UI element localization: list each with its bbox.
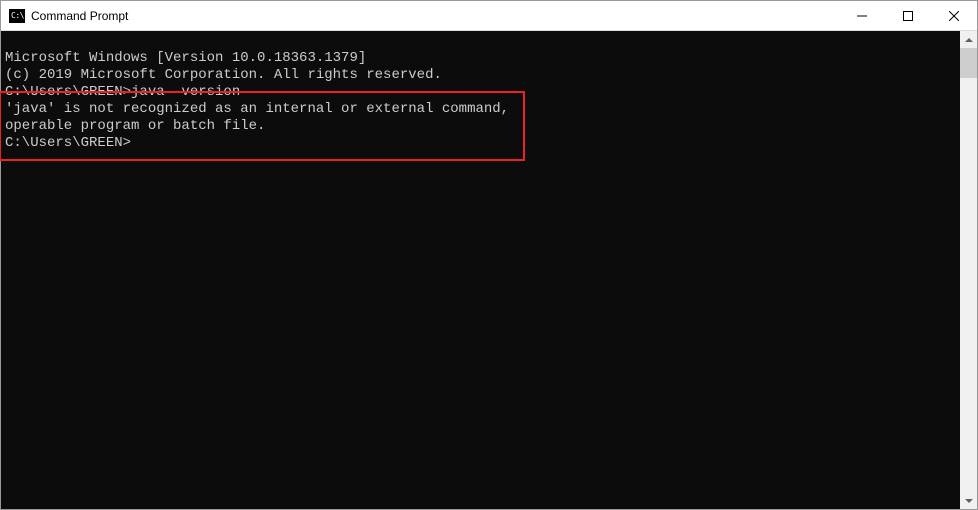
chevron-down-icon bbox=[965, 499, 973, 503]
terminal-line: (c) 2019 Microsoft Corporation. All righ… bbox=[5, 67, 956, 84]
scroll-up-button[interactable] bbox=[960, 31, 977, 48]
terminal-line: Microsoft Windows [Version 10.0.18363.13… bbox=[5, 50, 956, 67]
maximize-button[interactable] bbox=[885, 1, 931, 30]
close-icon bbox=[949, 11, 959, 21]
app-icon: C:\. bbox=[9, 9, 25, 23]
titlebar-left: C:\. Command Prompt bbox=[1, 9, 128, 23]
terminal-prompt-line: C:\Users\GREEN> bbox=[5, 135, 956, 152]
window-title: Command Prompt bbox=[31, 9, 128, 23]
terminal-prompt-line: C:\Users\GREEN>java -version bbox=[5, 84, 956, 101]
titlebar-buttons bbox=[839, 1, 977, 30]
close-button[interactable] bbox=[931, 1, 977, 30]
vertical-scrollbar[interactable] bbox=[960, 31, 977, 509]
chevron-up-icon bbox=[965, 38, 973, 42]
scroll-down-button[interactable] bbox=[960, 492, 977, 509]
minimize-button[interactable] bbox=[839, 1, 885, 30]
scroll-track[interactable] bbox=[960, 48, 977, 492]
scroll-thumb[interactable] bbox=[960, 48, 977, 78]
minimize-icon bbox=[857, 11, 867, 21]
terminal-error-line: 'java' is not recognized as an internal … bbox=[5, 101, 956, 118]
terminal-area: Microsoft Windows [Version 10.0.18363.13… bbox=[1, 31, 977, 509]
terminal[interactable]: Microsoft Windows [Version 10.0.18363.13… bbox=[1, 31, 960, 509]
terminal-error-line: operable program or batch file. bbox=[5, 118, 956, 135]
maximize-icon bbox=[903, 11, 913, 21]
titlebar[interactable]: C:\. Command Prompt bbox=[1, 1, 977, 31]
command-prompt-window: C:\. Command Prompt Microsoft Windows [V… bbox=[0, 0, 978, 510]
